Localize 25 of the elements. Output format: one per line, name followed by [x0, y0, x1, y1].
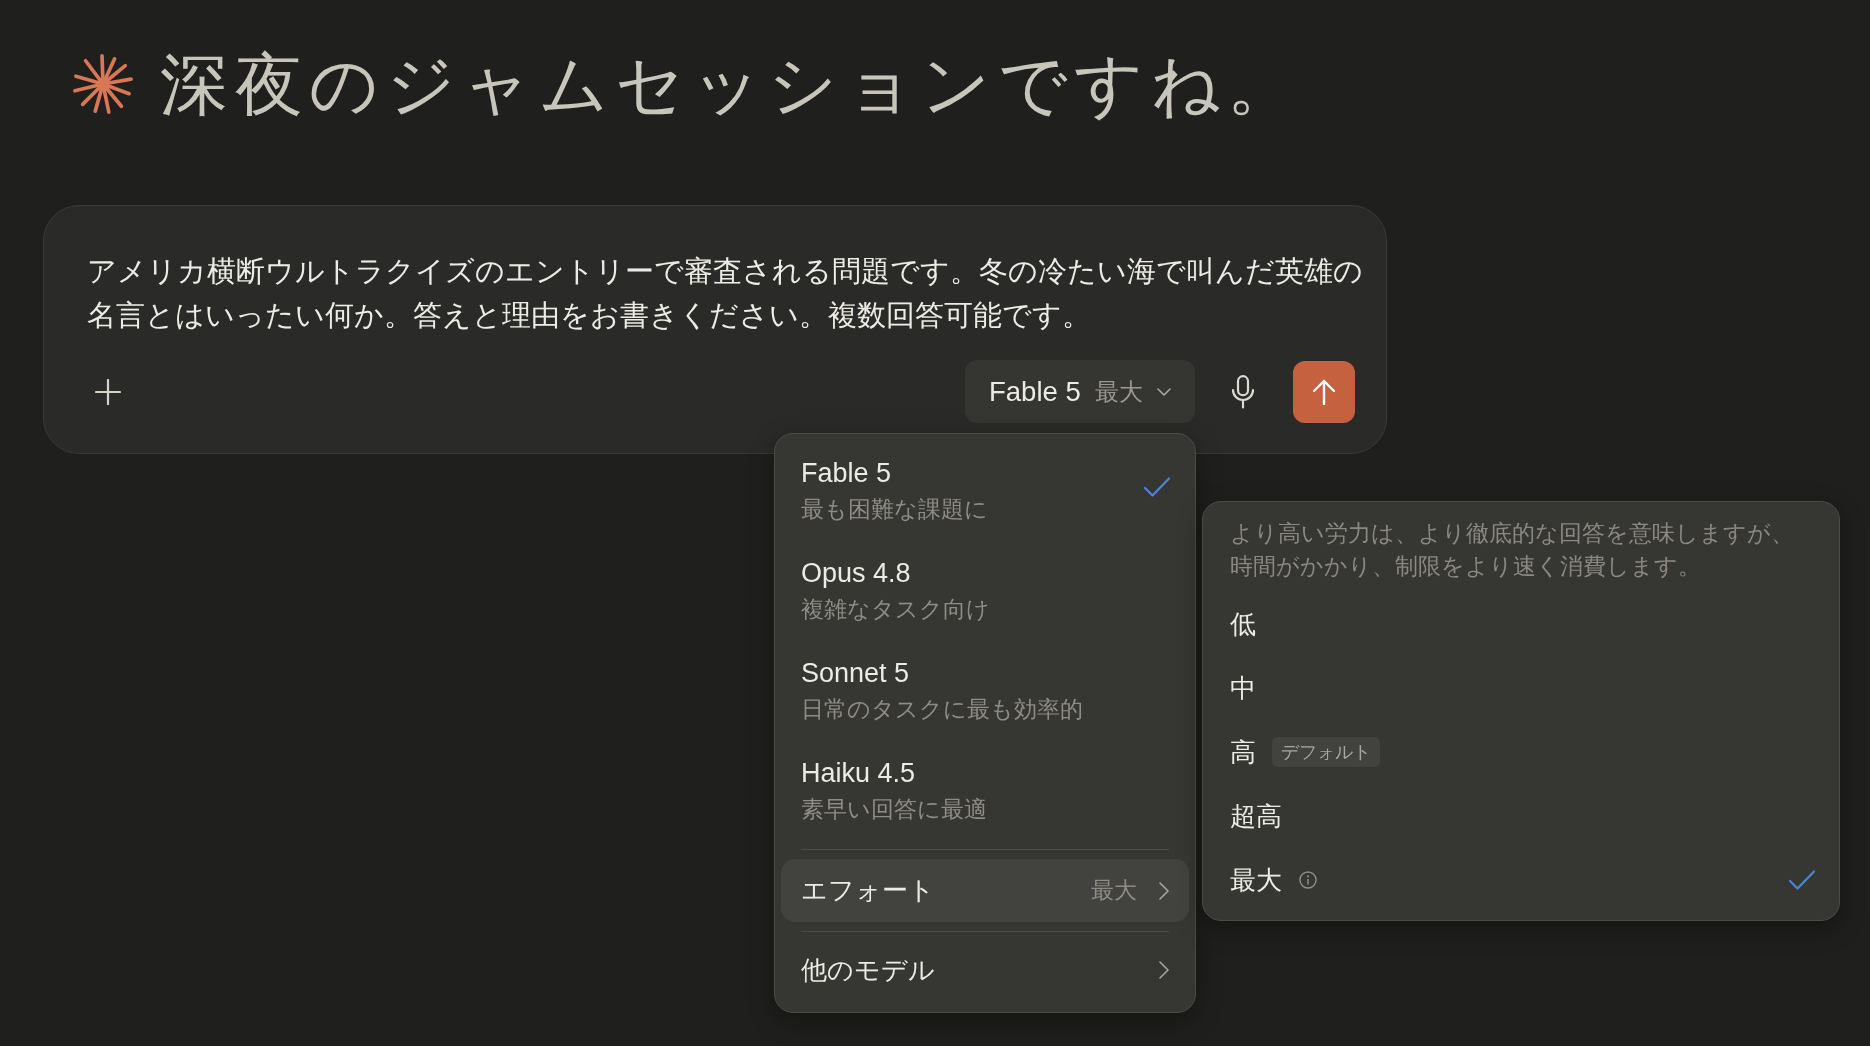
- chevron-right-icon: [1159, 961, 1169, 979]
- model-selector-button[interactable]: Fable 5 最大: [965, 360, 1195, 423]
- starburst-icon: [72, 52, 134, 116]
- info-icon[interactable]: [1299, 871, 1317, 889]
- plus-icon[interactable]: [95, 378, 121, 405]
- model-option[interactable]: Sonnet 5 日常のタスクに最も効率的: [781, 640, 1189, 740]
- chevron-right-icon: [1159, 881, 1169, 900]
- effort-menu-item[interactable]: エフォート 最大: [781, 859, 1189, 922]
- arrow-up-icon: [1312, 378, 1336, 405]
- model-option[interactable]: Fable 5 最も困難な課題に: [781, 440, 1189, 540]
- effort-option[interactable]: 中: [1209, 656, 1833, 720]
- default-badge: デフォルト: [1272, 737, 1380, 767]
- other-models-menu-item[interactable]: 他のモデル: [781, 932, 1189, 1008]
- chevron-down-icon: [1156, 387, 1171, 396]
- effort-option[interactable]: 低: [1209, 592, 1833, 656]
- model-option[interactable]: Haiku 4.5 素早い回答に最適: [781, 740, 1189, 840]
- effort-description: より高い労力は、より徹底的な回答を意味しますが、時間がかかり、制限をより速く消費します。: [1230, 519, 1794, 581]
- effort-option[interactable]: 最大: [1209, 848, 1833, 912]
- effort-option[interactable]: 高 デフォルト: [1209, 720, 1833, 784]
- send-button[interactable]: [1293, 360, 1355, 423]
- model-option[interactable]: Opus 4.8 複雑なタスク向け: [781, 540, 1189, 640]
- effort-option[interactable]: 超高: [1209, 784, 1833, 848]
- message-input[interactable]: アメリカ横断ウルトラクイズのエントリーで審査される問題です。冬の冷たい海で叫んだ英雄の名言とはいったい何か。答えと理由をお書きください。複数回答可能です。: [87, 249, 1377, 337]
- greeting-heading: 深夜のジャムセッションですね。: [160, 45, 1302, 124]
- microphone-icon[interactable]: [1231, 374, 1255, 409]
